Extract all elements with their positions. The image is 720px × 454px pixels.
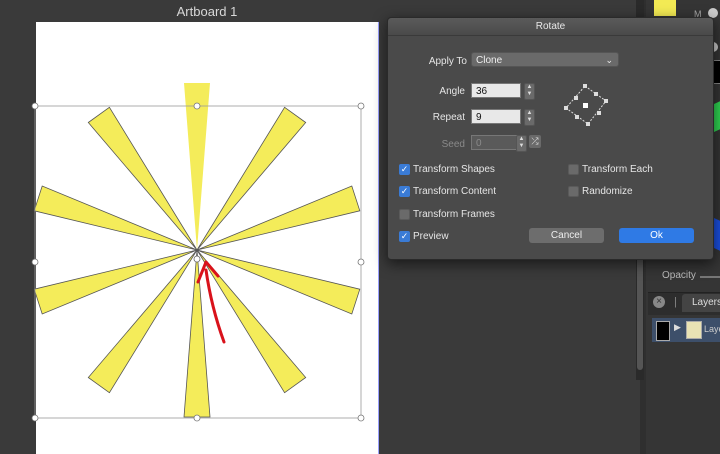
apply-to-label: Apply To (428, 56, 467, 67)
angle-input[interactable]: 36 (471, 83, 521, 98)
rotation-diagram (564, 84, 608, 126)
resize-handle-3[interactable] (31, 258, 39, 266)
preview-checkbox[interactable]: ✓ (399, 231, 410, 242)
transform-content-label: Transform Content (413, 186, 496, 197)
repeat-stepper[interactable]: ▲ ▼ (524, 109, 535, 126)
transform-each-label: Transform Each (582, 164, 653, 175)
seed-stepper[interactable]: ▲ ▼ (516, 135, 527, 152)
transform-shapes-label: Transform Shapes (413, 164, 495, 175)
transform-frames-label: Transform Frames (413, 209, 495, 220)
shuffle-icon[interactable]: ⤮ (529, 135, 541, 148)
transform-each-checkbox[interactable] (568, 164, 579, 175)
rotation-center-handle[interactable] (193, 255, 201, 263)
layer-name[interactable]: Layer (704, 324, 720, 334)
layer-thumbnail (686, 321, 702, 339)
resize-handle-4[interactable] (357, 258, 365, 266)
resize-handle-5[interactable] (31, 414, 39, 422)
resize-handle-7[interactable] (357, 414, 365, 422)
transform-shapes-checkbox[interactable]: ✓ (399, 164, 410, 175)
seed-input[interactable]: 0 (471, 135, 521, 150)
seed-label: Seed (441, 139, 465, 150)
preview-label: Preview (413, 231, 449, 242)
rotate-dialog: Rotate Apply To Clone ⌄ Angle 36 ▲ ▼ Repe… (387, 17, 714, 260)
fill-swatch[interactable] (654, 0, 676, 16)
apply-to-value: Clone (476, 55, 503, 66)
angle-stepper[interactable]: ▲ ▼ (524, 83, 535, 100)
layer-visibility-swatch[interactable] (656, 321, 670, 341)
opacity-slider[interactable] (700, 276, 720, 278)
starburst-rays[interactable] (33, 83, 361, 418)
tab-separator: | (674, 296, 677, 308)
close-icon[interactable]: × (653, 296, 665, 308)
cancel-button[interactable]: Cancel (529, 228, 604, 243)
resize-handle-2[interactable] (357, 102, 365, 110)
resize-handle-6[interactable] (193, 414, 201, 422)
apply-to-select[interactable]: Clone ⌄ (471, 52, 619, 67)
repeat-input[interactable]: 9 (471, 109, 521, 124)
chevron-down-icon: ⌄ (605, 55, 613, 65)
randomize-checkbox[interactable] (568, 186, 579, 197)
transform-frames-checkbox[interactable] (399, 209, 410, 220)
disclosure-triangle-icon[interactable]: ▶ (674, 322, 681, 333)
ok-button[interactable]: Ok (619, 228, 694, 243)
tab-layers[interactable]: Layers (682, 294, 720, 312)
opacity-label: Opacity (662, 270, 696, 281)
randomize-label: Randomize (582, 186, 633, 197)
resize-handle-1[interactable] (193, 102, 201, 110)
transform-content-checkbox[interactable]: ✓ (399, 186, 410, 197)
resize-handle-0[interactable] (31, 102, 39, 110)
repeat-label: Repeat (432, 112, 465, 123)
dialog-title: Rotate (388, 18, 713, 36)
angle-label: Angle (439, 86, 465, 97)
